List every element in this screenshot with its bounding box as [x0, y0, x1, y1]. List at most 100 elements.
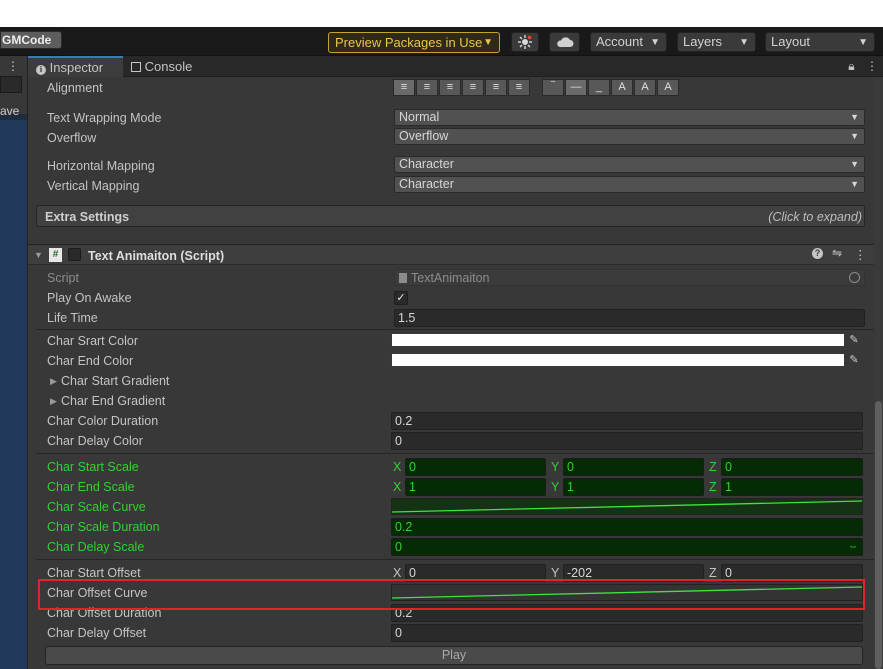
align-left-icon[interactable]: ≡ [393, 79, 415, 96]
char-start-scale-x[interactable]: 0 [405, 458, 546, 476]
vertical-mapping-value: Character [399, 177, 454, 191]
align-right-icon[interactable]: ≡ [439, 79, 461, 96]
char-start-offset-label: Char Start Offset [47, 566, 141, 580]
scene-viewport[interactable] [0, 120, 27, 669]
char-scale-duration-field[interactable]: 0.2 [391, 518, 863, 536]
chevron-down-icon: ▼ [850, 159, 859, 169]
foldout-arrow-icon[interactable]: ▼ [34, 250, 43, 260]
char-scale-duration-row: Char Scale Duration 0.2 [28, 517, 874, 537]
char-end-scale-y[interactable]: 1 [563, 478, 704, 496]
char-scale-curve-field[interactable] [391, 498, 863, 515]
sparkle-icon [518, 35, 532, 49]
scene-search-field[interactable] [0, 76, 22, 93]
component-title: Text Animaiton (Script) [88, 249, 225, 263]
align-geometry-icon[interactable]: ≡ [508, 79, 530, 96]
preset-sliders-icon[interactable]: ⇋ [832, 246, 842, 260]
axis-y-label: Y [551, 566, 560, 580]
horizontal-mapping-label: Horizontal Mapping [47, 159, 155, 173]
script-label: Script [47, 271, 79, 285]
char-delay-offset-label: Char Delay Offset [47, 626, 147, 640]
char-start-scale-z-value: 0 [725, 460, 732, 474]
layers-label: Layers [683, 34, 723, 49]
align-midline-icon[interactable]: A [634, 79, 656, 96]
collab-button[interactable] [511, 32, 539, 52]
char-delay-offset-field[interactable]: 0 [391, 624, 863, 642]
char-color-duration-field[interactable]: 0.2 [391, 412, 863, 430]
char-end-color-swatch[interactable] [391, 353, 845, 367]
life-time-field[interactable]: 1.5 [394, 309, 865, 327]
play-on-awake-checkbox[interactable]: ✓ [394, 291, 408, 305]
lock-icon[interactable]: 🔒︎ [848, 59, 854, 73]
align-baseline-icon[interactable]: A [611, 79, 633, 96]
kebab-menu-icon[interactable]: ⋮ [854, 247, 867, 262]
scene-partial-label: ave [0, 104, 20, 118]
align-justify-icon[interactable]: ≡ [462, 79, 484, 96]
chevron-down-icon: ▼ [739, 37, 749, 48]
align-bottom-icon[interactable]: _ [588, 79, 610, 96]
project-name-tab[interactable]: GMCode [0, 31, 62, 49]
char-start-color-swatch[interactable] [391, 333, 845, 347]
char-scale-curve-label: Char Scale Curve [47, 500, 146, 514]
align-flush-icon[interactable]: ≡ [485, 79, 507, 96]
align-center-icon[interactable]: ≡ [416, 79, 438, 96]
extra-settings-hint: (Click to expand) [768, 210, 862, 224]
account-dropdown[interactable]: Account ▼ [590, 32, 667, 52]
char-start-scale-row: Char Start Scale X 0 Y 0 Z 0 [28, 457, 874, 477]
foldout-arrow-icon[interactable]: ▶ [50, 396, 57, 407]
group-separator [36, 329, 874, 330]
kebab-menu-icon[interactable]: ⋮ [866, 59, 878, 73]
char-end-scale-x[interactable]: 1 [405, 478, 546, 496]
align-middle-icon[interactable]: — [565, 79, 587, 96]
horizontal-mapping-dropdown[interactable]: Character ▼ [394, 156, 865, 173]
char-start-scale-y[interactable]: 0 [563, 458, 704, 476]
char-end-gradient-label: Char End Gradient [61, 394, 166, 408]
overflow-dropdown[interactable]: Overflow ▼ [394, 128, 865, 145]
tab-actions: 🔒︎ ⋮ [848, 59, 878, 74]
char-end-scale-x-value: 1 [409, 480, 416, 494]
axis-y-label: Y [551, 480, 560, 494]
char-start-scale-label: Char Start Scale [47, 460, 139, 474]
help-icon[interactable]: ? [812, 248, 823, 259]
vertical-mapping-dropdown[interactable]: Character ▼ [394, 176, 865, 193]
layers-dropdown[interactable]: Layers ▼ [677, 32, 756, 52]
kebab-menu-icon[interactable]: ⋮ [7, 59, 19, 73]
tab-inspector[interactable]: i Inspector [28, 56, 123, 77]
char-end-scale-z[interactable]: 1 [721, 478, 863, 496]
component-header[interactable]: ▼ # Text Animaiton (Script) ? ⇋ ⋮ [28, 244, 874, 265]
scrollbar-thumb[interactable] [875, 401, 882, 669]
char-delay-offset-row: Char Delay Offset 0 [28, 623, 874, 643]
cloud-button[interactable] [549, 32, 580, 52]
drag-handle-icon[interactable]: ⇔ [848, 539, 858, 555]
extra-settings-foldout[interactable]: Extra Settings (Click to expand) [36, 205, 865, 227]
char-start-gradient-row[interactable]: ▶ Char Start Gradient [28, 371, 874, 391]
foldout-arrow-icon[interactable]: ▶ [50, 376, 57, 387]
play-button[interactable]: Play [45, 646, 863, 665]
tab-console[interactable]: Console [123, 56, 213, 77]
char-scale-duration-label: Char Scale Duration [47, 520, 160, 534]
align-capline-icon[interactable]: A [657, 79, 679, 96]
cloud-icon [557, 37, 574, 47]
preview-packages-button[interactable]: Preview Packages in Use ▼ [328, 32, 500, 53]
axis-x-label: X [393, 480, 402, 494]
eyedropper-icon[interactable]: ✎ [846, 352, 862, 368]
char-delay-scale-field[interactable]: 0 ⇔ [391, 538, 863, 556]
layout-dropdown[interactable]: Layout ▼ [765, 32, 875, 52]
text-wrapping-dropdown[interactable]: Normal ▼ [394, 109, 865, 126]
vertical-mapping-row: Vertical Mapping Character ▼ [28, 176, 874, 196]
layout-label: Layout [771, 34, 811, 49]
alignment-label: Alignment [47, 81, 103, 95]
align-top-icon[interactable]: ‾ [542, 79, 564, 96]
eyedropper-icon[interactable]: ✎ [846, 332, 862, 348]
char-start-scale-z[interactable]: 0 [721, 458, 863, 476]
info-icon: i [36, 65, 46, 75]
char-scale-curve-row: Char Scale Curve [28, 497, 874, 517]
char-end-color-label: Char End Color [47, 354, 134, 368]
char-end-gradient-row[interactable]: ▶ Char End Gradient [28, 391, 874, 411]
char-start-scale-x-value: 0 [409, 460, 416, 474]
axis-z-label: Z [709, 460, 717, 474]
component-enabled-checkbox[interactable] [68, 248, 81, 261]
life-time-label: Life Time [47, 311, 98, 325]
main-toolbar: GMCode Preview Packages in Use ▼ Account… [0, 27, 883, 56]
text-wrapping-label: Text Wrapping Mode [47, 111, 162, 125]
char-delay-color-field[interactable]: 0 [391, 432, 863, 450]
